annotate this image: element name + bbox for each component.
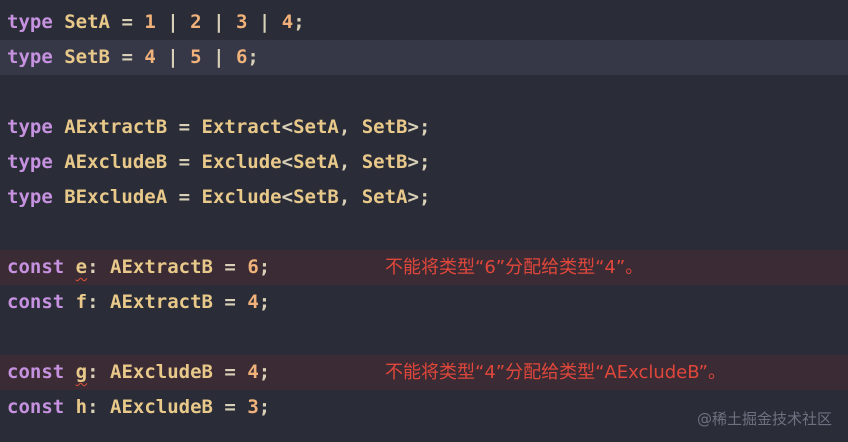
number-literal: 2 <box>190 11 202 33</box>
code-line-active[interactable]: type SetB = 4 | 5 | 6; <box>0 40 848 75</box>
punctuation: ; <box>418 151 431 173</box>
code-line[interactable]: type BExcludeA = Exclude<SetB, SetA>; <box>0 180 848 215</box>
code-line-error[interactable]: const g: AExcludeB = 4; 不能将类型“4”分配给类型“AEx… <box>0 355 848 390</box>
code-editor[interactable]: type SetA = 1 | 2 | 3 | 4; type SetB = 4… <box>0 0 848 442</box>
type-argument: SetB <box>361 151 408 173</box>
code-line-error[interactable]: const e: AExtractB = 6; 不能将类型“6”分配给类型“4”。 <box>0 250 848 285</box>
operator: | <box>258 11 271 33</box>
punctuation: , <box>338 116 351 138</box>
generic-type: Extract <box>201 116 282 138</box>
operator: = <box>178 151 191 173</box>
variable-name-error[interactable]: e <box>76 256 87 278</box>
punctuation: : <box>87 396 99 418</box>
number-literal: 6 <box>235 46 248 68</box>
type-name: SetB <box>64 46 110 68</box>
number-literal: 4 <box>144 46 156 68</box>
code-line[interactable]: type AExcludeB = Exclude<SetA, SetB>; <box>0 145 848 180</box>
operator: = <box>178 186 191 208</box>
type-argument: SetA <box>361 186 408 208</box>
type-argument: SetB <box>293 186 339 208</box>
type-name: AExcludeB <box>64 151 168 173</box>
operator: = <box>121 11 133 33</box>
punctuation: < <box>281 151 294 173</box>
operator: = <box>224 291 236 313</box>
keyword: type <box>7 151 53 173</box>
code-line[interactable]: type SetA = 1 | 2 | 3 | 4; <box>0 5 848 40</box>
punctuation: ; <box>247 46 259 68</box>
keyword: type <box>7 116 53 138</box>
punctuation: ; <box>258 256 271 278</box>
punctuation: ; <box>418 186 431 208</box>
operator: | <box>167 46 179 68</box>
number-literal: 4 <box>247 361 259 383</box>
type-argument: SetB <box>361 116 408 138</box>
number-literal: 3 <box>235 11 248 33</box>
operator: = <box>178 116 191 138</box>
type-annotation: AExcludeB <box>110 396 213 418</box>
code-line[interactable]: const f: AExtractB = 4; <box>0 285 848 320</box>
inline-error-message: 不能将类型“4”分配给类型“AExcludeB”。 <box>385 362 726 383</box>
punctuation: , <box>338 186 351 208</box>
punctuation: : <box>87 361 99 383</box>
operator: = <box>224 396 236 418</box>
punctuation: ; <box>293 11 305 33</box>
inline-error-message: 不能将类型“6”分配给类型“4”。 <box>385 257 644 278</box>
punctuation: ; <box>258 396 271 418</box>
punctuation: ; <box>418 116 431 138</box>
operator: | <box>167 11 179 33</box>
punctuation: ; <box>258 361 271 383</box>
generic-type: Exclude <box>201 186 282 208</box>
keyword: const <box>7 396 65 418</box>
type-annotation: AExtractB <box>110 291 213 313</box>
type-name: AExtractB <box>64 116 168 138</box>
keyword: const <box>7 361 65 383</box>
punctuation: > <box>407 151 419 173</box>
number-literal: 5 <box>190 46 202 68</box>
number-literal: 4 <box>281 11 294 33</box>
operator: = <box>224 256 236 278</box>
type-argument: SetA <box>293 116 339 138</box>
punctuation: > <box>407 116 419 138</box>
punctuation: > <box>407 186 419 208</box>
number-literal: 4 <box>247 291 259 313</box>
operator: | <box>213 46 225 68</box>
variable-name-error[interactable]: g <box>76 361 87 383</box>
keyword: const <box>7 291 65 313</box>
code-line[interactable]: type AExtractB = Extract<SetA, SetB>; <box>0 110 848 145</box>
type-annotation: AExcludeB <box>110 361 213 383</box>
number-literal: 1 <box>144 11 156 33</box>
punctuation: ; <box>258 291 271 313</box>
keyword: type <box>7 186 53 208</box>
variable-name: h <box>75 396 88 418</box>
generic-type: Exclude <box>201 151 282 173</box>
type-name: BExcludeA <box>64 186 168 208</box>
operator: | <box>213 11 225 33</box>
type-name: SetA <box>64 11 110 33</box>
punctuation: , <box>338 151 351 173</box>
keyword: const <box>7 256 65 278</box>
punctuation: < <box>281 116 294 138</box>
type-annotation: AExtractB <box>110 256 213 278</box>
operator: = <box>224 361 236 383</box>
number-literal: 6 <box>247 256 259 278</box>
variable-name: f <box>75 291 88 313</box>
watermark: @稀土掘金技术社区 <box>696 410 832 428</box>
punctuation: < <box>281 186 294 208</box>
punctuation: : <box>87 291 99 313</box>
keyword: type <box>7 46 53 68</box>
keyword: type <box>7 11 53 33</box>
type-argument: SetA <box>293 151 339 173</box>
punctuation: : <box>87 256 99 278</box>
operator: = <box>121 46 133 68</box>
number-literal: 3 <box>247 396 259 418</box>
